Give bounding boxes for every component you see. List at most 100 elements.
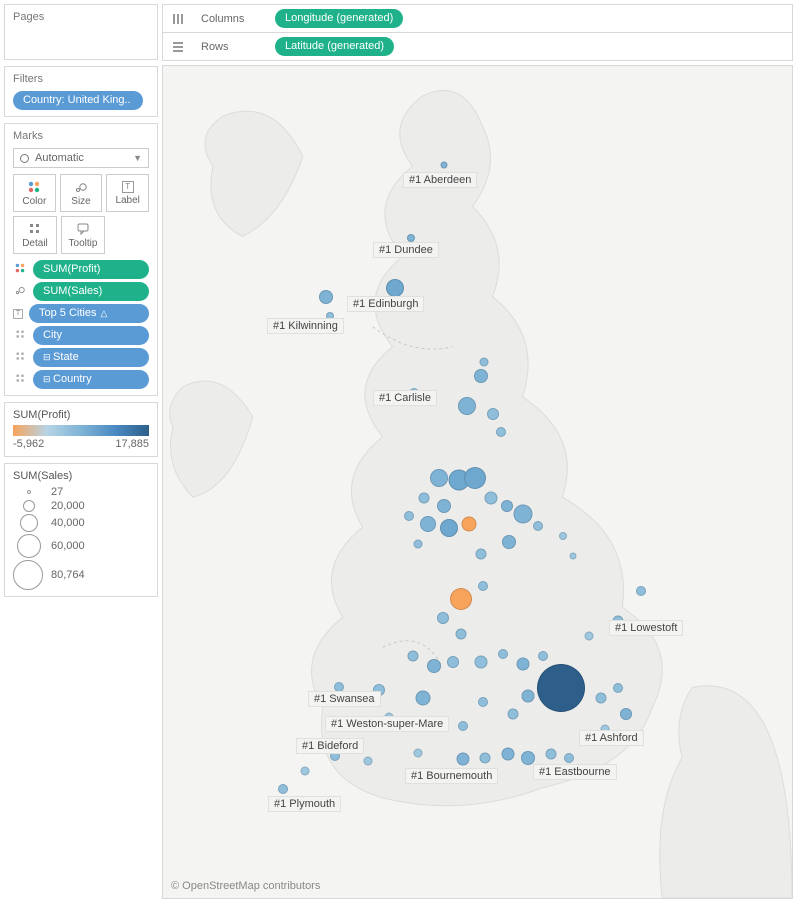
map-dot[interactable] <box>498 649 508 659</box>
detail-label: Detail <box>22 238 48 249</box>
pill-country[interactable]: ⊟ Country <box>33 370 149 389</box>
map-dot[interactable] <box>457 753 470 766</box>
map-dot[interactable] <box>636 586 646 596</box>
map-dot[interactable] <box>441 162 448 169</box>
map-dot[interactable] <box>496 427 506 437</box>
pages-card: Pages <box>4 4 158 60</box>
marks-type-dropdown[interactable]: Automatic ▼ <box>13 148 149 168</box>
map-dot[interactable] <box>414 540 423 549</box>
circle-icon <box>20 154 29 163</box>
filter-pill-country[interactable]: Country: United King.. <box>13 91 143 110</box>
map-dot[interactable] <box>596 693 607 704</box>
rows-pill[interactable]: Latitude (generated) <box>275 37 394 56</box>
label-button[interactable]: T Label <box>106 174 149 212</box>
pill-city[interactable]: City <box>33 326 149 345</box>
map-dot[interactable] <box>508 709 519 720</box>
field-row-profit[interactable]: SUM(Profit) <box>13 260 149 279</box>
filters-title: Filters <box>13 73 149 85</box>
label-icon: T <box>122 181 134 193</box>
map-dot[interactable] <box>517 658 530 671</box>
map-dot-london[interactable] <box>537 664 585 712</box>
field-row-country[interactable]: ⊟ Country <box>13 370 149 389</box>
map-dot[interactable] <box>386 279 404 297</box>
map-dot[interactable] <box>404 511 414 521</box>
map-dot[interactable] <box>319 290 333 304</box>
tooltip-button[interactable]: Tooltip <box>61 216 105 254</box>
map-dot[interactable] <box>450 588 472 610</box>
color-gradient[interactable] <box>13 425 149 436</box>
map-dot[interactable] <box>474 369 488 383</box>
map-dot[interactable] <box>480 358 489 367</box>
map-dot[interactable] <box>485 492 498 505</box>
map-dot[interactable] <box>570 553 577 560</box>
map-dot[interactable] <box>437 499 451 513</box>
map-dot[interactable] <box>456 629 467 640</box>
pill-state[interactable]: ⊟ State <box>33 348 149 367</box>
city-label: #1 Swansea <box>308 691 381 707</box>
rows-shelf[interactable]: Rows Latitude (generated) <box>162 32 793 61</box>
map-dot[interactable] <box>420 516 436 532</box>
map-dot[interactable] <box>480 753 491 764</box>
map-dot[interactable] <box>416 691 431 706</box>
pill-profit[interactable]: SUM(Profit) <box>33 260 149 279</box>
map-dot[interactable] <box>502 535 516 549</box>
detail-icon <box>28 222 42 236</box>
map-dot[interactable] <box>419 493 430 504</box>
map-dot[interactable] <box>533 521 543 531</box>
map-dot[interactable] <box>440 519 458 537</box>
map-dot[interactable] <box>538 651 548 661</box>
map-dot[interactable] <box>407 234 415 242</box>
columns-shelf[interactable]: Columns Longitude (generated) <box>162 4 793 32</box>
label-assign-icon: T <box>13 309 23 319</box>
map-dot[interactable] <box>521 751 535 765</box>
map-dot[interactable] <box>301 767 310 776</box>
map-dot[interactable] <box>458 721 468 731</box>
color-button[interactable]: Color <box>13 174 56 212</box>
detail-assign-icon <box>13 329 27 343</box>
size-legend-card: SUM(Sales) 27 20,000 40,000 60,000 80,76… <box>4 463 158 597</box>
color-label: Color <box>22 196 46 207</box>
pill-top5[interactable]: Top 5 Cities△ <box>29 304 149 323</box>
map-dot[interactable] <box>559 532 567 540</box>
city-label: #1 Plymouth <box>268 796 341 812</box>
detail-button[interactable]: Detail <box>13 216 57 254</box>
map-dot[interactable] <box>475 656 488 669</box>
map-dot[interactable] <box>464 467 486 489</box>
field-row-top5[interactable]: T Top 5 Cities△ <box>13 304 149 323</box>
pill-sales[interactable]: SUM(Sales) <box>33 282 149 301</box>
city-label: #1 Carlisle <box>373 390 437 406</box>
map-dot[interactable] <box>462 517 477 532</box>
field-row-sales[interactable]: SUM(Sales) <box>13 282 149 301</box>
map-dot[interactable] <box>278 784 288 794</box>
map-dot[interactable] <box>487 408 499 420</box>
map-dot[interactable] <box>620 708 632 720</box>
field-row-state[interactable]: ⊟ State <box>13 348 149 367</box>
map-dot[interactable] <box>502 748 515 761</box>
map-dot[interactable] <box>514 505 533 524</box>
map-dot[interactable] <box>476 549 487 560</box>
size-icon <box>74 180 88 194</box>
map-dot[interactable] <box>447 656 459 668</box>
city-label: #1 Edinburgh <box>347 296 424 312</box>
map-dot[interactable] <box>364 757 373 766</box>
columns-pill[interactable]: Longitude (generated) <box>275 9 403 28</box>
map-dot[interactable] <box>546 749 557 760</box>
map-dot[interactable] <box>458 397 476 415</box>
map-dot[interactable] <box>437 612 449 624</box>
map-dot[interactable] <box>430 469 448 487</box>
delta-icon: △ <box>100 306 107 321</box>
map-dot[interactable] <box>564 753 574 763</box>
city-label: #1 Kilwinning <box>267 318 344 334</box>
map-dot[interactable] <box>478 581 488 591</box>
map-dot[interactable] <box>427 659 441 673</box>
map-viz[interactable]: #1 Aberdeen #1 Dundee #1 Edinburgh #1 Ki… <box>162 65 793 899</box>
map-dot[interactable] <box>613 683 623 693</box>
map-dot[interactable] <box>522 690 535 703</box>
map-dot[interactable] <box>414 749 423 758</box>
field-row-city[interactable]: City <box>13 326 149 345</box>
map-dot[interactable] <box>501 500 513 512</box>
map-dot[interactable] <box>408 651 419 662</box>
map-dot[interactable] <box>585 632 594 641</box>
map-dot[interactable] <box>478 697 488 707</box>
size-button[interactable]: Size <box>60 174 103 212</box>
